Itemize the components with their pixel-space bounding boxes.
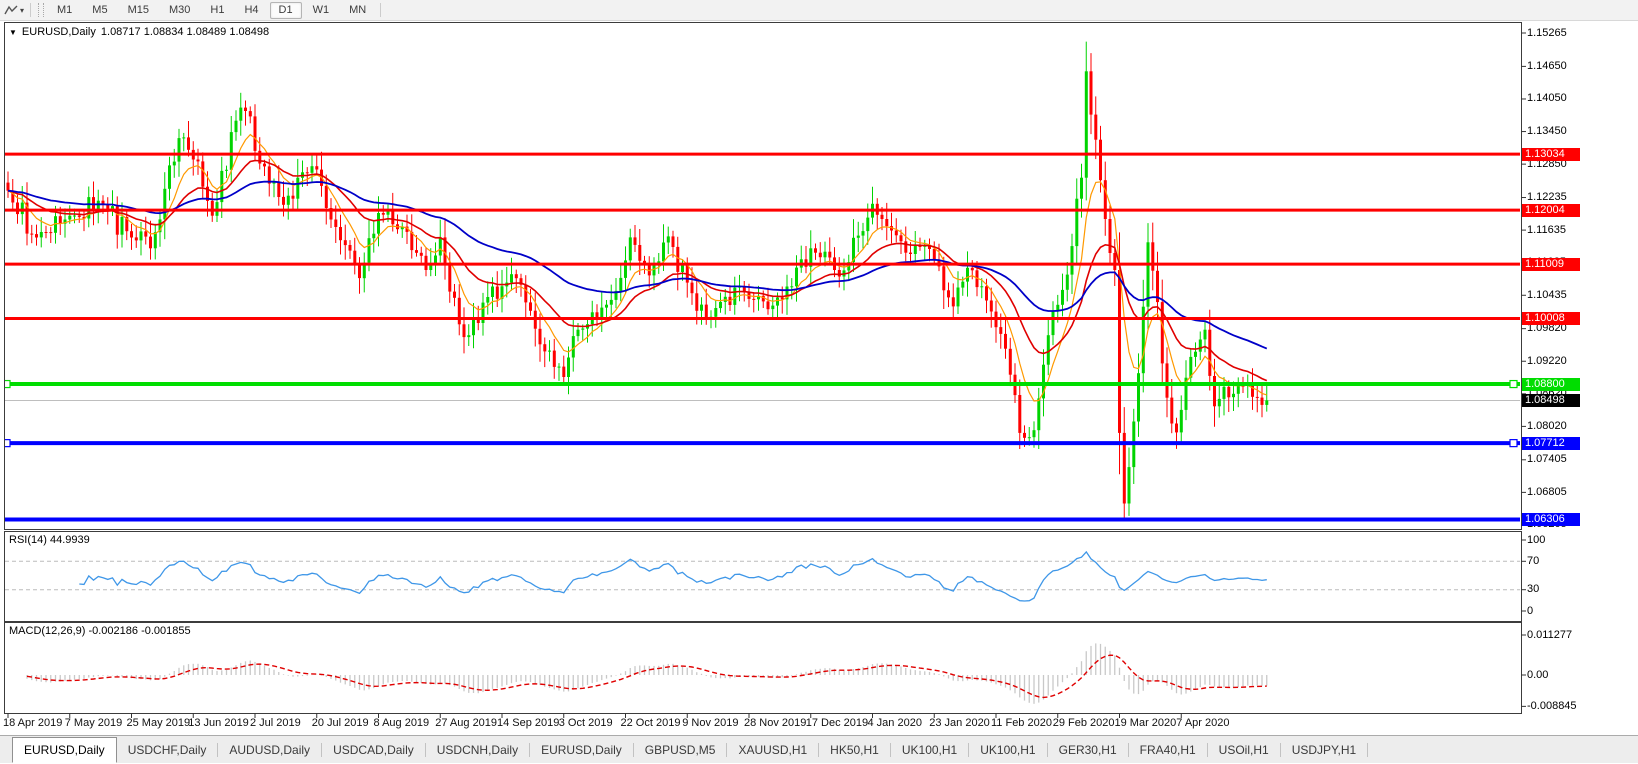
date-tick-3-Oct-2019: 3 Oct 2019: [558, 717, 613, 729]
price-tick-1.07405: 1.07405: [1527, 453, 1567, 466]
chart-tab-usdchf-daily[interactable]: USDCHF,Daily: [117, 736, 218, 764]
toolbar-separator: [30, 3, 32, 17]
timeframe-toolbar: ▾ M1 M5 M15 M30 H1 H4 D1 W1 MN: [0, 0, 1638, 21]
chart-ohlc-values: 1.08717 1.08834 1.08489 1.08498: [100, 26, 270, 38]
chart-tab-usdcad-daily[interactable]: USDCAD,Daily: [322, 736, 425, 764]
chart-tab-xauusd-h1[interactable]: XAUUSD,H1: [727, 736, 818, 764]
price-tick-1.06805: 1.06805: [1527, 485, 1567, 498]
timeframe-button-m1[interactable]: M1: [48, 2, 81, 19]
tab-separator: [1367, 742, 1369, 757]
date-tick-2-Jul-2019: 2 Jul 2019: [250, 717, 301, 729]
rsi-tick-0: 0: [1527, 604, 1534, 617]
rsi-tick-100: 100: [1527, 533, 1546, 546]
date-tick-19-Mar-2020: 19 Mar 2020: [1114, 717, 1177, 729]
toolbar-grip-handle[interactable]: [38, 3, 45, 17]
terminal-window: ▾ M1 M5 M15 M30 H1 H4 D1 W1 MN ▼ EURUSD,Daily 1.…: [0, 0, 1638, 763]
level-price-label-1.06306: 1.06306: [1522, 512, 1580, 526]
chart-tab-audusd-daily[interactable]: AUDUSD,Daily: [218, 736, 321, 764]
chart-tab-hk50-h1[interactable]: HK50,H1: [819, 736, 890, 764]
date-tick-22-Oct-2019: 22 Oct 2019: [620, 717, 681, 729]
timeframe-button-h1[interactable]: H1: [201, 2, 233, 19]
chart-tab-eurusd-daily[interactable]: EURUSD,Daily: [530, 736, 633, 764]
chart-tab-eurusd-daily[interactable]: EURUSD,Daily: [12, 736, 117, 763]
timeframe-buttons: M1 M5 M15 M30 H1 H4 D1 W1 MN: [47, 1, 376, 19]
chart-tab-usdjpy-h1[interactable]: USDJPY,H1: [1281, 736, 1367, 764]
chart-tab-usoil-h1[interactable]: USOil,H1: [1208, 736, 1280, 764]
level-price-label-1.10008: 1.10008: [1522, 311, 1580, 325]
chart-tab-gbpusd-m5[interactable]: GBPUSD,M5: [634, 736, 727, 764]
timeframe-button-w1[interactable]: W1: [304, 2, 339, 19]
macd-panel[interactable]: MACD(12,26,9) -0.002186 -0.001855: [4, 622, 1522, 714]
price-tick-1.11635: 1.11635: [1527, 223, 1566, 236]
timeframe-button-m30[interactable]: M30: [160, 2, 199, 19]
macd-tick--0.008845: -0.008845: [1527, 699, 1577, 712]
date-tick-28-Nov-2019: 28 Nov 2019: [744, 717, 807, 729]
date-tick-7-Apr-2020: 7 Apr 2020: [1176, 717, 1230, 729]
chart-tab-uk100-h1[interactable]: UK100,H1: [969, 736, 1046, 764]
timeframe-button-d1[interactable]: D1: [269, 1, 302, 19]
price-axis: 1.15265 1.14650 1.14050 1.13450 1.12850 1.122…: [1522, 0, 1638, 735]
date-tick-23-Jan-2020: 23 Jan 2020: [929, 717, 990, 729]
toolbar-separator: [380, 3, 382, 17]
timeframe-button-m5[interactable]: M5: [83, 2, 116, 19]
chart-type-icon[interactable]: ▾: [2, 4, 26, 16]
date-tick-4-Jan-2020: 4 Jan 2020: [867, 717, 922, 729]
price-tick-1.13450: 1.13450: [1527, 125, 1567, 138]
timeframe-button-m15[interactable]: M15: [119, 2, 158, 19]
rsi-label: RSI(14) 44.9939: [9, 534, 90, 546]
chart-symbol-label: EURUSD,Daily: [21, 26, 96, 38]
level-price-label-1.07712: 1.07712: [1522, 436, 1580, 450]
macd-label: MACD(12,26,9) -0.002186 -0.001855: [9, 625, 191, 637]
rsi-tick-70: 70: [1527, 554, 1540, 567]
chart-tabs-bar: EURUSD,Daily USDCHF,Daily AUDUSD,Daily USDC…: [0, 735, 1638, 763]
current-price-label: 1.08498: [1522, 393, 1580, 407]
date-tick-29-Feb-2020: 29 Feb 2020: [1052, 717, 1115, 729]
chart-title: ▼ EURUSD,Daily 1.08717 1.08834 1.08489 1…: [9, 26, 269, 38]
date-tick-14-Sep-2019: 14 Sep 2019: [497, 717, 560, 729]
level-price-label-1.13034: 1.13034: [1522, 147, 1580, 161]
date-tick-13-Jun-2019: 13 Jun 2019: [188, 717, 249, 729]
rsi-tick-30: 30: [1527, 583, 1540, 596]
price-tick-1.14650: 1.14650: [1527, 59, 1567, 72]
price-tick-1.10435: 1.10435: [1527, 288, 1567, 301]
date-tick-11-Feb-2020: 11 Feb 2020: [991, 717, 1052, 729]
date-axis: 18 Apr 2019 7 May 2019 25 May 2019 13 Jun 2…: [0, 713, 1522, 735]
rsi-panel[interactable]: RSI(14) 44.9939: [4, 531, 1522, 622]
macd-tick-0.011277: 0.011277: [1527, 628, 1573, 641]
timeframe-button-h4[interactable]: H4: [235, 2, 267, 19]
price-tick-1.14050: 1.14050: [1527, 92, 1567, 105]
date-tick-20-Jul-2019: 20 Jul 2019: [311, 717, 369, 729]
timeframe-button-mn[interactable]: MN: [340, 2, 375, 19]
chart-tab-fra40-h1[interactable]: FRA40,H1: [1129, 736, 1207, 764]
date-tick-17-Dec-2019: 17 Dec 2019: [805, 717, 869, 729]
price-tick-1.12235: 1.12235: [1527, 191, 1567, 204]
level-price-label-1.11009: 1.11009: [1522, 257, 1580, 271]
symbol-dropdown-icon[interactable]: ▼: [9, 28, 17, 37]
date-tick-7-May-2019: 7 May 2019: [64, 717, 123, 729]
price-tick-1.08020: 1.08020: [1527, 419, 1567, 432]
date-tick-25-May-2019: 25 May 2019: [126, 717, 191, 729]
price-chart-panel[interactable]: ▼ EURUSD,Daily 1.08717 1.08834 1.08489 1…: [4, 22, 1522, 530]
chart-tab-uk100-h1[interactable]: UK100,H1: [891, 736, 968, 764]
date-tick-9-Nov-2019: 9 Nov 2019: [682, 717, 739, 729]
chart-type-glyph: [4, 5, 18, 15]
chart-tab-usdcnh-daily[interactable]: USDCNH,Daily: [426, 736, 529, 764]
level-price-label-1.08800: 1.08800: [1522, 377, 1580, 391]
level-price-label-1.12004: 1.12004: [1522, 203, 1580, 217]
date-tick-18-Apr-2019: 18 Apr 2019: [3, 717, 63, 729]
price-tick-1.15265: 1.15265: [1527, 26, 1567, 39]
macd-tick-0.00: 0.00: [1527, 668, 1549, 681]
price-tick-1.09220: 1.09220: [1527, 354, 1567, 367]
date-tick-8-Aug-2019: 8 Aug 2019: [373, 717, 430, 729]
chevron-down-icon: ▾: [20, 5, 25, 15]
date-tick-27-Aug-2019: 27 Aug 2019: [435, 717, 498, 729]
chart-tab-ger30-h1[interactable]: GER30,H1: [1048, 736, 1128, 764]
